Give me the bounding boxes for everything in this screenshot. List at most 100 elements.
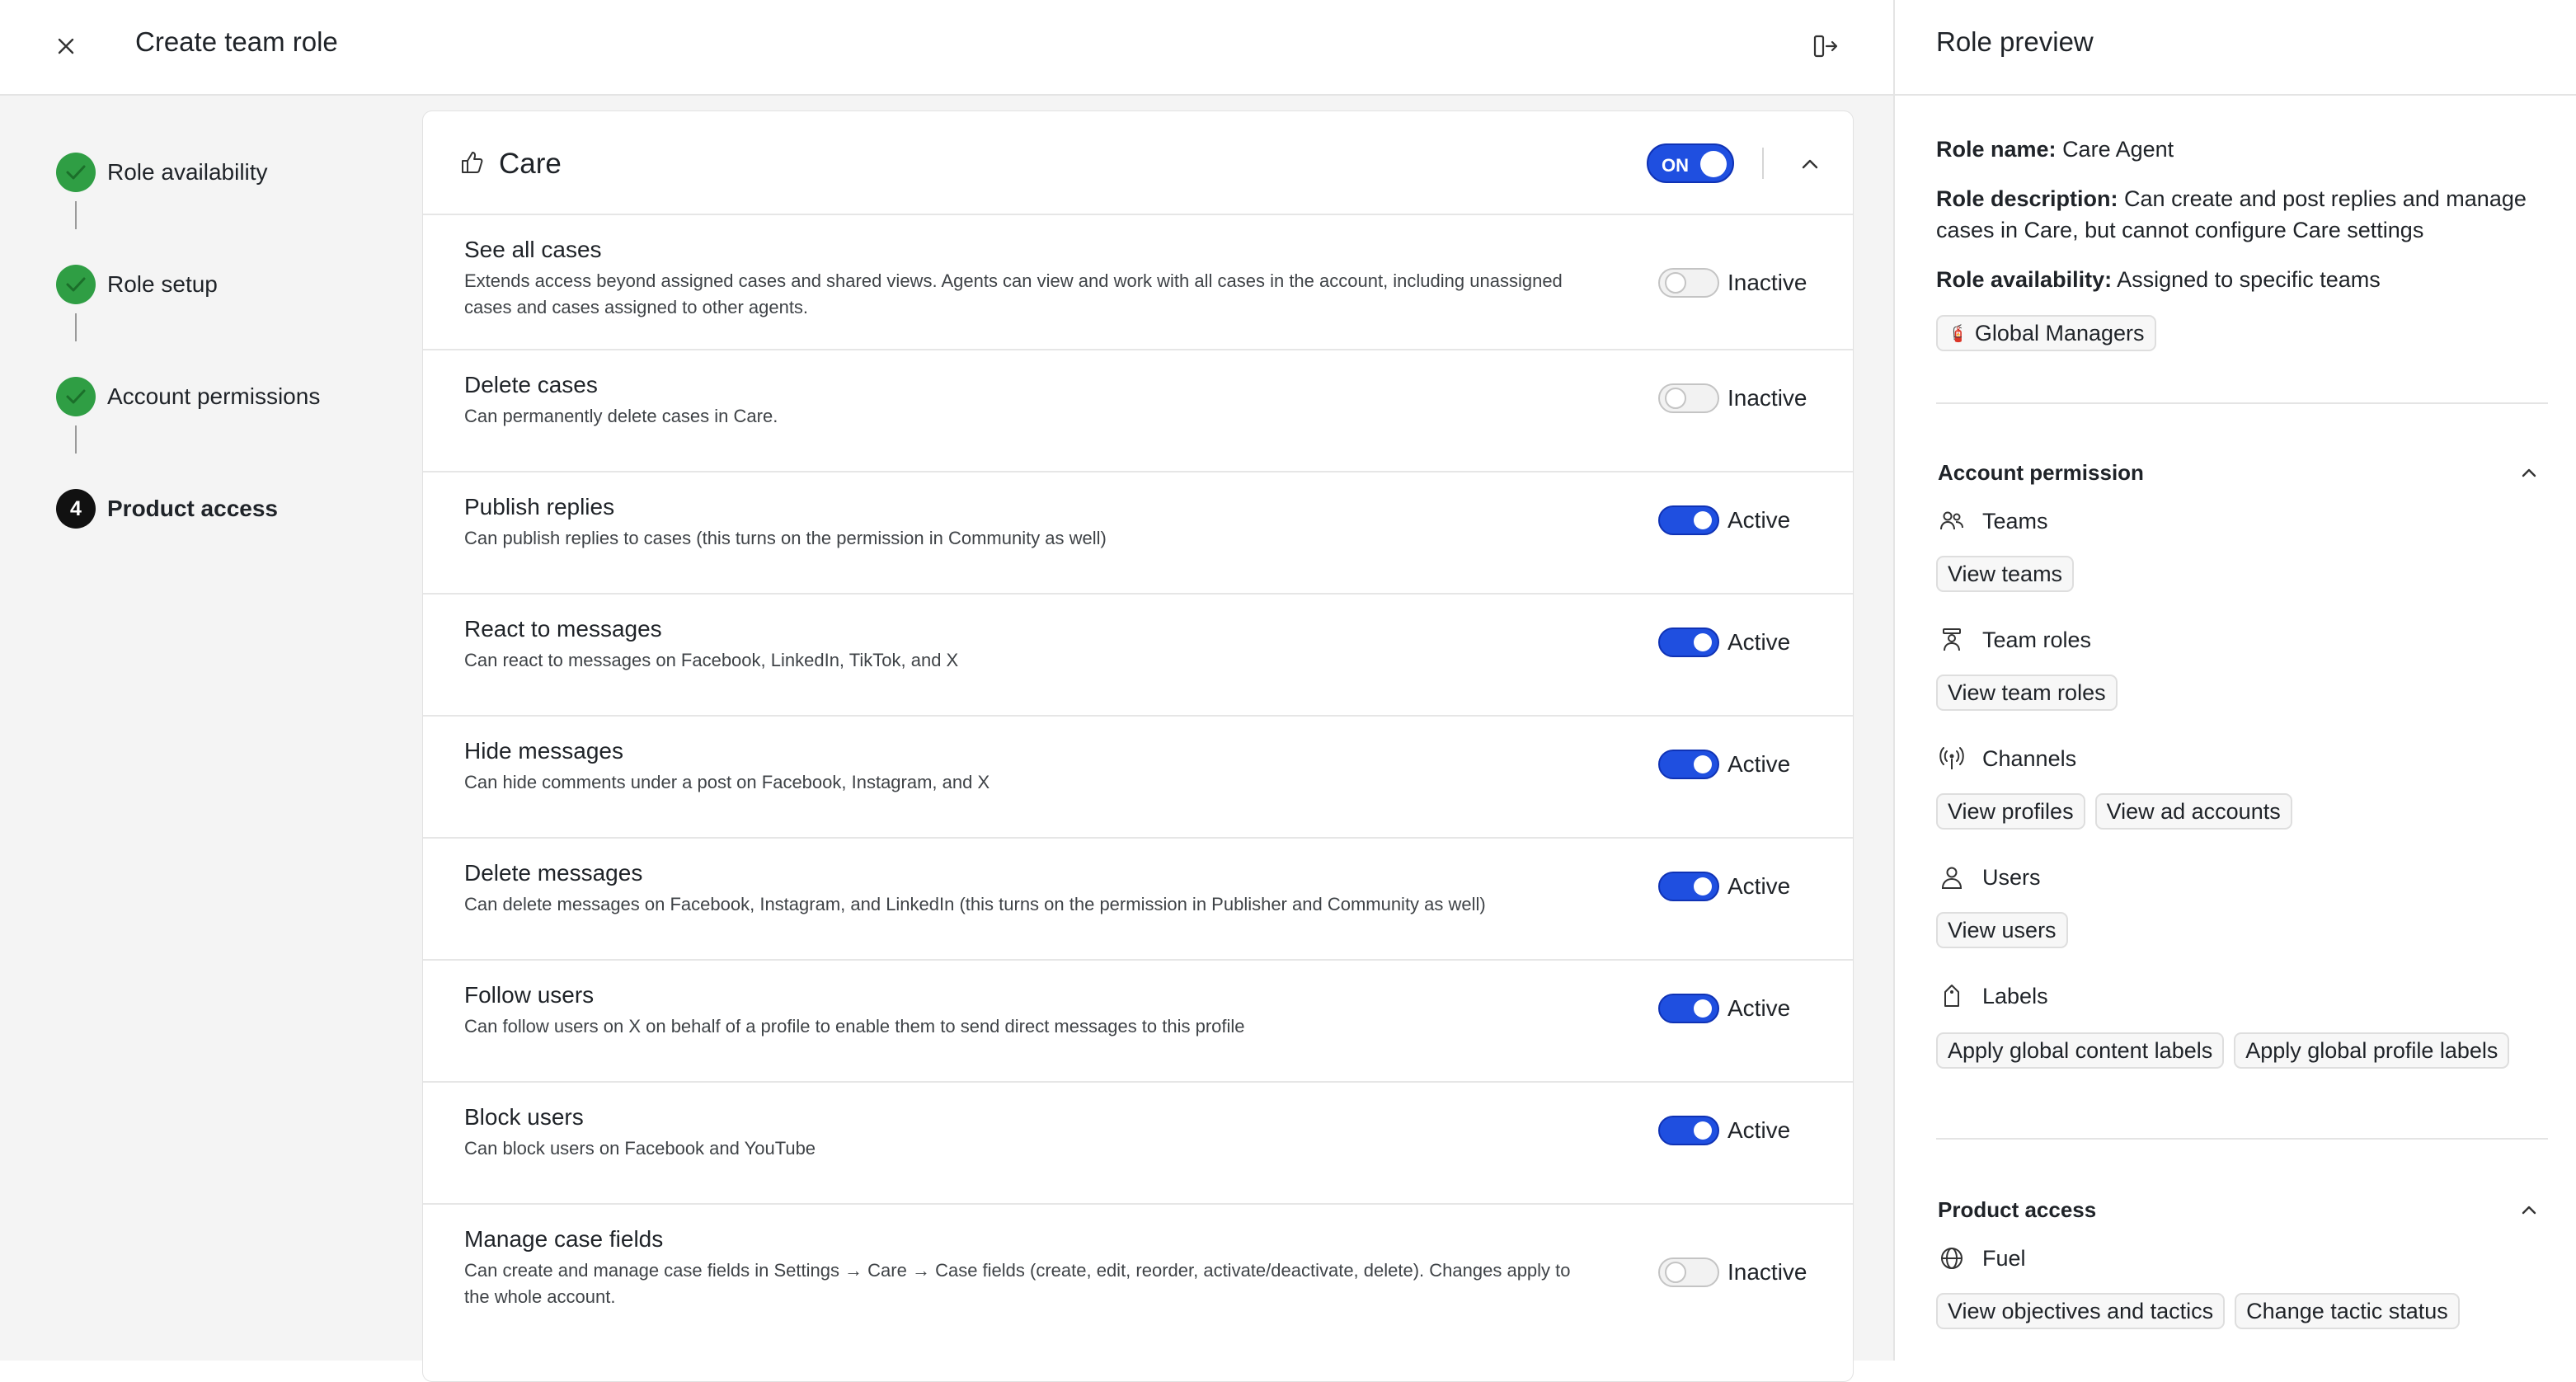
- toggle-knob: [1694, 633, 1712, 651]
- permission-row: See all cases Extends access beyond assig…: [423, 214, 1853, 349]
- permission-title: See all cases: [464, 237, 602, 262]
- permission-group-name: Users: [1982, 864, 2041, 890]
- step-account-permissions[interactable]: Account permissions: [56, 376, 320, 417]
- permission-description: Can follow users on X on behalf of a pro…: [464, 1016, 1245, 1036]
- permission-toggle-group: Active: [1658, 994, 1790, 1023]
- permission-description: Can create and manage case fields in Set…: [464, 1260, 1571, 1307]
- permission-chip-row: Apply global content labels Apply global …: [1936, 1032, 2519, 1069]
- chevron-up-icon[interactable]: [1795, 149, 1825, 179]
- permission-toggle[interactable]: [1658, 1257, 1719, 1287]
- permission-toggle[interactable]: [1658, 750, 1719, 779]
- toggle-knob: [1694, 755, 1712, 773]
- permission-title: Publish replies: [464, 494, 615, 519]
- header-bar: Create team role: [0, 0, 1893, 96]
- step-role-availability[interactable]: Role availability: [56, 152, 268, 193]
- step-connector: [75, 425, 77, 454]
- chevron-up-icon[interactable]: [2515, 1196, 2543, 1224]
- toggle-knob: [1694, 1121, 1712, 1140]
- permission-toggle[interactable]: [1658, 505, 1719, 535]
- permission-title: Follow users: [464, 982, 595, 1008]
- permission-description: Can publish replies to cases (this turns…: [464, 528, 1107, 548]
- role-availability-label: Role availability:: [1936, 267, 2113, 292]
- permission-status: Active: [1728, 629, 1791, 655]
- permission-toggle[interactable]: [1658, 994, 1719, 1023]
- permission-chip: View team roles: [1936, 675, 2118, 711]
- permission-group-name: Fuel: [1982, 1245, 2026, 1271]
- permission-status: Inactive: [1728, 385, 1807, 411]
- permission-toggle[interactable]: [1658, 1116, 1719, 1145]
- role-availability-value: Assigned to specific teams: [2117, 267, 2381, 292]
- role-name-value: Care Agent: [2062, 137, 2174, 162]
- permission-row: Follow users Can follow users on X on beh…: [423, 959, 1853, 1081]
- permission-row: React to messages Can react to messages o…: [423, 593, 1853, 715]
- toggle-knob: [1700, 151, 1727, 177]
- section-title: Product access: [1938, 1197, 2097, 1222]
- permission-row: Delete messages Can delete messages on Fa…: [423, 837, 1853, 959]
- permission-toggle-group: Active: [1658, 505, 1790, 535]
- preview-header: Role preview: [1895, 0, 2576, 96]
- permission-group-channels: Channels: [1938, 745, 2076, 773]
- permission-status: Active: [1728, 1117, 1791, 1143]
- permission-group-fuel: Fuel: [1938, 1244, 2026, 1272]
- permission-row: Manage case fields Can create and manage …: [423, 1203, 1853, 1338]
- role-preview-panel: Role preview Role name: Care Agent Role …: [1893, 0, 2576, 1361]
- permission-chip: View ad accounts: [2094, 793, 2292, 830]
- step-connector: [75, 313, 77, 341]
- step-product-access[interactable]: 4 Product access: [56, 488, 278, 529]
- team-emoji-icon: 🧯: [1948, 324, 1968, 343]
- permission-toggle[interactable]: [1658, 872, 1719, 901]
- permission-group-name: Labels: [1982, 983, 2048, 1008]
- exit-panel-icon[interactable]: [1809, 30, 1842, 63]
- permission-group-name: Teams: [1982, 508, 2048, 534]
- step-role-setup[interactable]: Role setup: [56, 264, 218, 305]
- role-icon: [1938, 626, 1966, 654]
- permission-title: Manage case fields: [464, 1226, 664, 1252]
- check-icon: [56, 153, 96, 192]
- permission-toggle[interactable]: [1658, 383, 1719, 413]
- permission-chip: View objectives and tactics: [1936, 1293, 2226, 1329]
- step-number-badge: 4: [56, 489, 96, 529]
- toggle-knob: [1694, 999, 1712, 1018]
- toggle-knob: [1665, 272, 1686, 294]
- permission-group-labels: Labels: [1938, 982, 2048, 1010]
- close-icon[interactable]: [51, 31, 81, 61]
- permission-status: Active: [1728, 751, 1791, 777]
- page-title: Create team role: [135, 26, 338, 57]
- role-name-line: Role name: Care Agent: [1936, 134, 2546, 165]
- toggle-knob: [1694, 511, 1712, 529]
- permission-row: Delete cases Can permanently delete cases…: [423, 349, 1853, 471]
- permission-status: Active: [1728, 995, 1791, 1021]
- permission-toggle[interactable]: [1658, 628, 1719, 657]
- permission-chip-row: View users: [1936, 912, 2078, 948]
- role-name-label: Role name:: [1936, 137, 2057, 162]
- step-label: Product access: [107, 496, 278, 521]
- permission-chip-row: View team roles: [1936, 675, 2127, 711]
- role-availability-line: Role availability: Assigned to specific …: [1936, 264, 2546, 295]
- toggle-label: ON: [1662, 155, 1689, 176]
- permission-row: Publish replies Can publish replies to ca…: [423, 471, 1853, 593]
- permission-group-users: Users: [1938, 863, 2041, 891]
- permission-chip-row: View teams: [1936, 556, 2084, 592]
- permission-status: Active: [1728, 507, 1791, 533]
- permission-toggle-group: Active: [1658, 872, 1790, 901]
- step-connector: [75, 201, 77, 229]
- divider: [1936, 402, 2548, 404]
- permission-chip: View teams: [1936, 556, 2075, 592]
- role-description-line: Role description: Can create and post re…: [1936, 183, 2546, 246]
- permission-description: Can permanently delete cases in Care.: [464, 406, 778, 426]
- chevron-up-icon[interactable]: [2515, 458, 2543, 487]
- permission-chip: Change tactic status: [2235, 1293, 2460, 1329]
- permission-chip: View users: [1936, 912, 2068, 948]
- permission-toggle-group: Active: [1658, 628, 1790, 657]
- team-chip-label: Global Managers: [1974, 320, 2145, 346]
- broadcast-icon: [1938, 745, 1966, 773]
- section-title: Account permission: [1938, 460, 2144, 485]
- permission-status: Active: [1728, 873, 1791, 899]
- care-product-toggle[interactable]: ON: [1647, 143, 1734, 183]
- permission-description: Can react to messages on Facebook, Linke…: [464, 650, 959, 670]
- check-icon: [56, 265, 96, 304]
- care-card-header: Care ON: [423, 111, 1853, 214]
- permission-toggle[interactable]: [1658, 268, 1719, 298]
- care-product-card: Care ON See all cases Extends access beyo…: [422, 110, 1854, 1382]
- check-icon: [56, 377, 96, 416]
